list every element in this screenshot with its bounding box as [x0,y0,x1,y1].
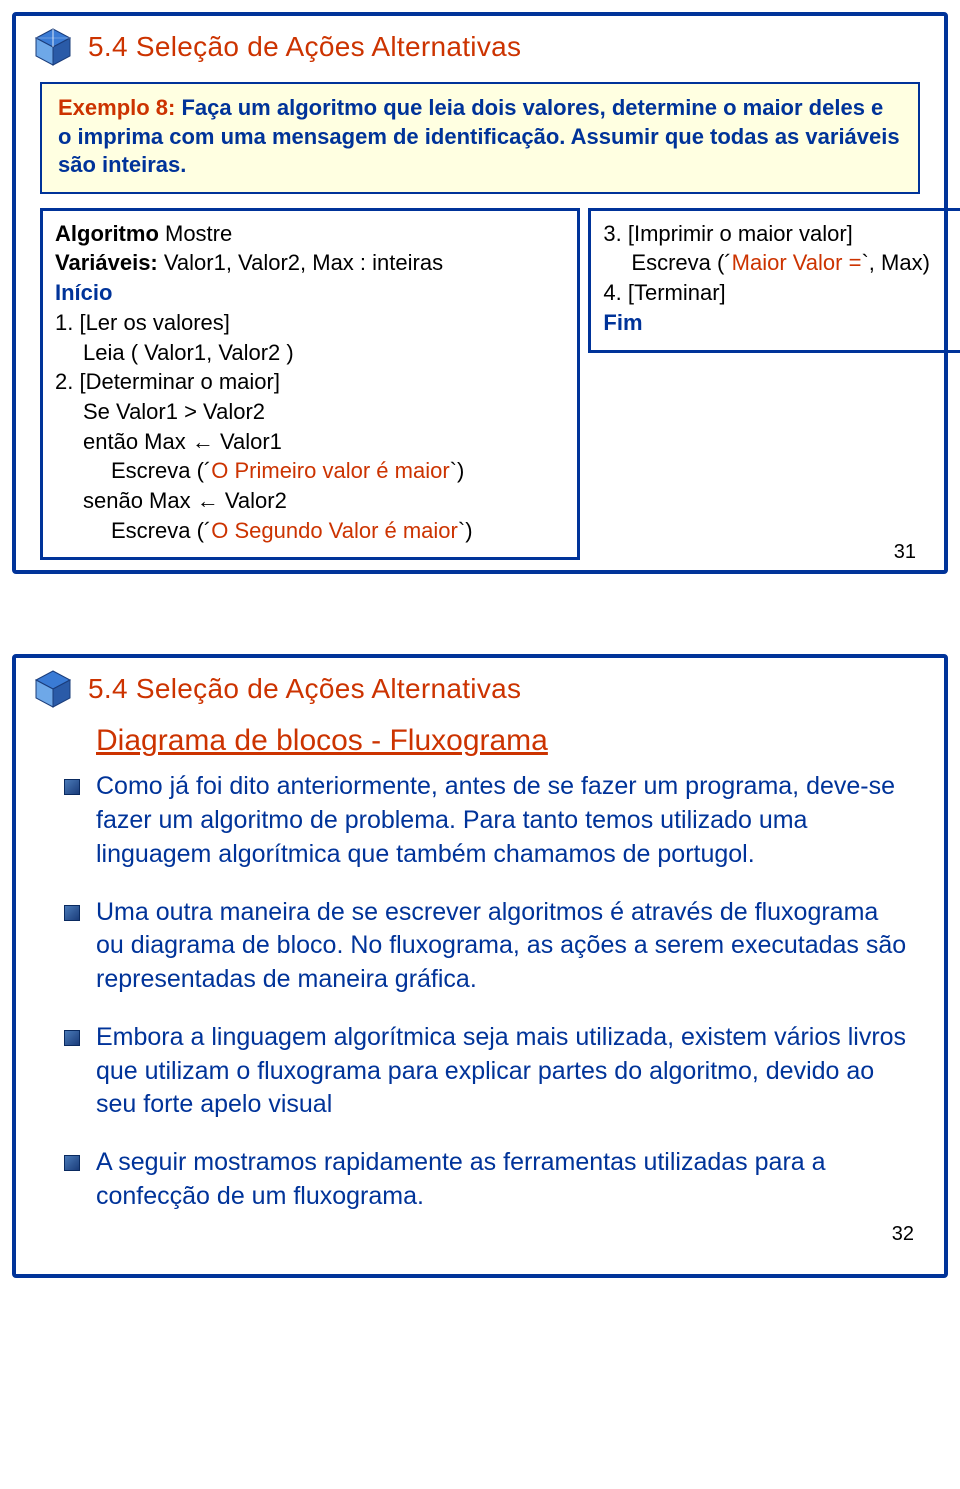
bullet-text: Uma outra maneira de se escrever algorit… [96,896,908,997]
kw-variaveis: Variáveis: [55,250,164,275]
example-box: Exemplo 8: Faça um algoritmo que leia do… [40,82,920,194]
cube-icon [32,668,74,710]
alg-name: Mostre [165,221,232,246]
bullet-text: Como já foi dito anteriormente, antes de… [96,770,908,871]
example-label: Exemplo 8: [58,95,175,120]
slide-header: 5.4 Seleção de Ações Alternativas [16,16,944,76]
escreva-2-msg: O Segundo Valor é maior [211,518,458,543]
list-item: A seguir mostramos rapidamente as ferram… [64,1146,908,1214]
bullet-square-icon [64,1155,80,1171]
escreva-3-post: `, Max) [861,250,929,275]
escreva-1-msg: O Primeiro valor é maior [211,458,449,483]
sub-heading: Diagrama de blocos - Fluxograma [16,718,944,770]
then-assign-pre: então Max [83,429,192,454]
slide-32: 5.4 Seleção de Ações Alternativas Diagra… [12,654,948,1277]
escreva-1-pre: Escreva (´ [111,458,211,483]
then-assign-post: Valor1 [214,429,282,454]
page-number: 32 [892,1223,914,1246]
list-item: Embora a linguagem algorítmica seja mais… [64,1021,908,1122]
algorithm-left-box: Algoritmo Mostre Variáveis: Valor1, Valo… [40,208,580,561]
bullet-square-icon [64,905,80,921]
escreva-1-post: `) [450,458,465,483]
kw-algoritmo: Algoritmo [55,221,165,246]
bullet-square-icon [64,779,80,795]
kw-fim: Fim [603,308,955,338]
else-assign-post: Valor2 [219,488,287,513]
list-item: Como já foi dito anteriormente, antes de… [64,770,908,871]
escreva-3-msg: Maior Valor = [732,250,862,275]
slide-title: 5.4 Seleção de Ações Alternativas [88,673,521,705]
algorithm-right-box: 3. [Imprimir o maior valor] Escreva (´Ma… [588,208,960,353]
var-decl: Valor1, Valor2, Max : inteiras [164,250,443,275]
escreva-3-pre: Escreva (´ [631,250,731,275]
bullet-list: Como já foi dito anteriormente, antes de… [16,770,944,1273]
bullet-text: Embora a linguagem algorítmica seja mais… [96,1021,908,1122]
else-assign-pre: senão Max [83,488,197,513]
step-2-comment: 2. [Determinar o maior] [55,367,565,397]
slide-31: 5.4 Seleção de Ações Alternativas Exempl… [12,12,948,574]
step-4-comment: 4. [Terminar] [603,278,955,308]
page-number: 31 [894,541,916,564]
slide-title: 5.4 Seleção de Ações Alternativas [88,31,521,63]
code-columns: Algoritmo Mostre Variáveis: Valor1, Valo… [16,208,944,571]
step-1-comment: 1. [Ler os valores] [55,308,565,338]
assign-arrow-icon-2: ← [197,488,219,513]
cube-icon [32,26,74,68]
example-text: Faça um algoritmo que leia dois valores,… [58,95,900,177]
slide-header: 5.4 Seleção de Ações Alternativas [16,658,944,718]
list-item: Uma outra maneira de se escrever algorit… [64,896,908,997]
bullet-text: A seguir mostramos rapidamente as ferram… [96,1146,908,1214]
assign-arrow-icon: ← [192,429,214,454]
escreva-2-post: `) [458,518,473,543]
step-3-comment: 3. [Imprimir o maior valor] [603,219,955,249]
kw-inicio: Início [55,278,565,308]
bullet-square-icon [64,1030,80,1046]
leia-stmt: Leia ( Valor1, Valor2 ) [55,338,565,368]
if-cond: Se Valor1 > Valor2 [55,397,565,427]
escreva-2-pre: Escreva (´ [111,518,211,543]
